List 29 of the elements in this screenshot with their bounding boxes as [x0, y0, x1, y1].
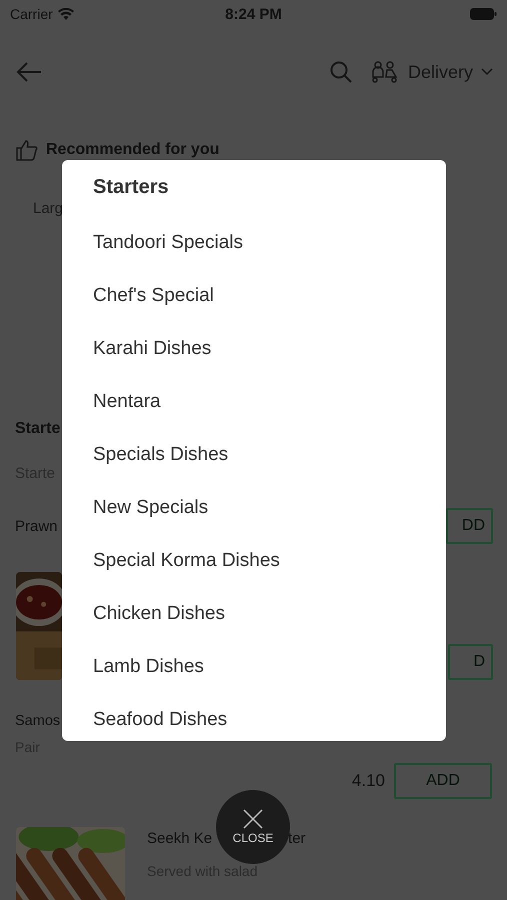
dish-name: Samos — [15, 712, 60, 731]
category-item[interactable]: Special Korma Dishes — [93, 534, 280, 587]
section-title: Starte — [15, 420, 60, 438]
category-item[interactable]: Nentara — [93, 375, 161, 428]
dish-name: Prawn — [15, 518, 58, 534]
dish-name: Seekh Ke — [147, 830, 212, 847]
category-item[interactable]: Lamb Dishes — [93, 640, 204, 693]
carrier-label: Carrier — [10, 6, 53, 22]
category-item[interactable]: New Specials — [93, 481, 208, 534]
dish-price: 4.10 — [352, 771, 385, 791]
scooter-icon[interactable] — [370, 61, 398, 83]
category-item[interactable]: Seafood Dishes — [93, 693, 228, 741]
category-item[interactable]: Chicken Dishes — [93, 587, 225, 640]
chevron-down-icon[interactable] — [481, 68, 493, 76]
category-item[interactable]: Tandoori Specials — [93, 216, 243, 269]
section-title: Recommended for you — [46, 141, 220, 159]
dish-name: ter — [288, 830, 306, 847]
battery-icon — [470, 8, 497, 20]
close-icon — [243, 809, 263, 829]
category-item[interactable]: Karahi Dishes — [93, 322, 212, 375]
close-button[interactable]: CLOSE — [216, 790, 290, 864]
clock-time: 8:24 PM — [225, 6, 282, 22]
search-icon[interactable] — [330, 61, 352, 83]
back-arrow-icon[interactable] — [16, 62, 42, 82]
category-item[interactable]: Specials Dishes — [93, 428, 228, 481]
thumbs-up-icon — [16, 139, 38, 161]
category-item[interactable]: Chef's Special — [93, 269, 214, 322]
wifi-icon — [58, 8, 74, 20]
dialog-title: Starters — [93, 175, 170, 199]
